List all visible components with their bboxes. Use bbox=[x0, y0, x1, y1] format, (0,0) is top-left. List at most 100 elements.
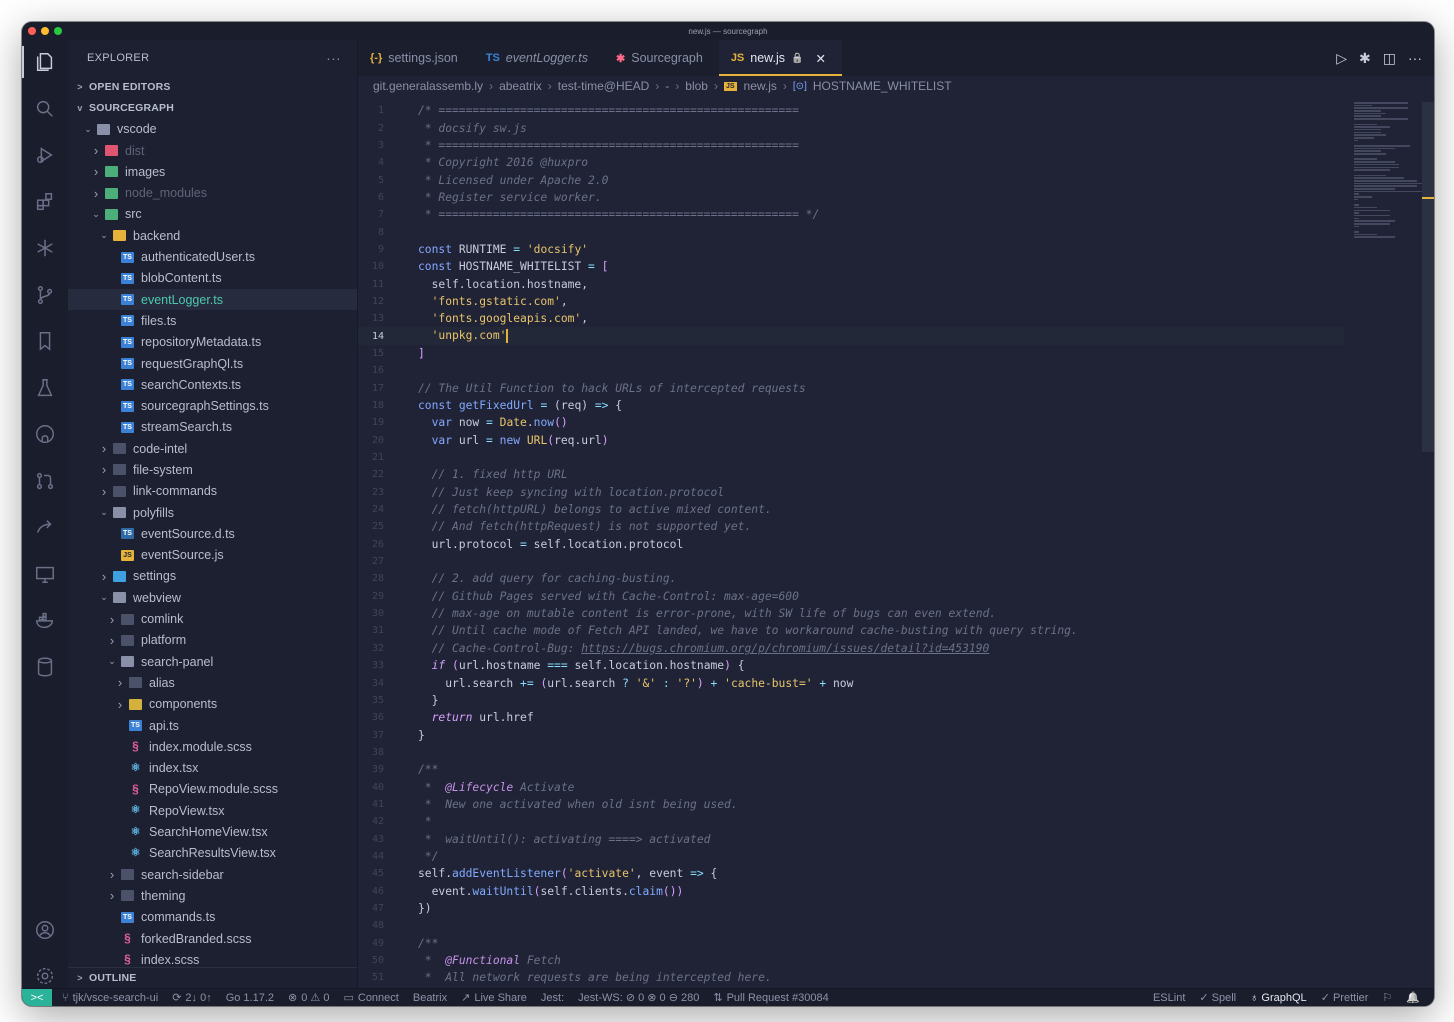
file-item[interactable]: TS repositoryMetadata.ts bbox=[68, 332, 357, 353]
remote-explorer-icon[interactable] bbox=[33, 562, 57, 586]
split-editor-icon[interactable]: ◫ bbox=[1383, 50, 1396, 67]
status-item[interactable]: Go 1.17.2 bbox=[226, 992, 274, 1004]
folder-item[interactable]: › dist bbox=[68, 140, 357, 161]
sourcegraph-icon[interactable] bbox=[33, 236, 57, 260]
bookmarks-icon[interactable] bbox=[33, 329, 57, 353]
code-line: 34 url.search += (url.search ? '&' : '?'… bbox=[358, 674, 1344, 691]
folder-item[interactable]: › components bbox=[68, 694, 357, 715]
open-editors-section[interactable]: > OPEN EDITORS bbox=[68, 76, 357, 97]
live-share-icon[interactable] bbox=[33, 515, 57, 539]
status-item[interactable]: ♁ GraphQL bbox=[1250, 992, 1307, 1004]
file-item[interactable]: TS blobContent.ts bbox=[68, 268, 357, 289]
file-item[interactable]: TS searchContexts.ts bbox=[68, 374, 357, 395]
status-item[interactable]: Beatrix bbox=[413, 992, 447, 1004]
file-item[interactable]: TS authenticatedUser.ts bbox=[68, 246, 357, 267]
status-item[interactable]: Jest-WS: ⊘ 0 ⊗ 0 ⊖ 280 bbox=[578, 991, 699, 1004]
status-item[interactable]: ✓ Spell bbox=[1199, 991, 1236, 1004]
pull-request-icon[interactable] bbox=[33, 469, 57, 493]
docker-icon[interactable] bbox=[33, 608, 57, 632]
sourcegraph-root-section[interactable]: v SOURCEGRAPH bbox=[68, 97, 357, 118]
folder-item[interactable]: › settings bbox=[68, 566, 357, 587]
close-window-button[interactable] bbox=[28, 27, 36, 35]
status-item[interactable]: ▭ Connect bbox=[343, 991, 398, 1005]
extensions-icon[interactable] bbox=[33, 190, 57, 214]
breadcrumb-item[interactable]: blob bbox=[685, 79, 708, 93]
search-icon[interactable] bbox=[33, 97, 57, 121]
file-item[interactable]: JS eventSource.js bbox=[68, 545, 357, 566]
folder-item[interactable]: ⌄ src bbox=[68, 204, 357, 225]
folder-item[interactable]: ⌄ vscode bbox=[68, 119, 357, 140]
status-item[interactable]: ⊗ 0 ⚠ 0 bbox=[288, 991, 329, 1004]
status-item[interactable]: ⚐ bbox=[1382, 991, 1392, 1004]
status-item[interactable]: ✓ Prettier bbox=[1321, 991, 1369, 1004]
sourcegraph-action-icon[interactable]: ✱ bbox=[1359, 50, 1371, 67]
breadcrumb-item[interactable]: new.js bbox=[744, 79, 777, 93]
run-icon[interactable]: ▷ bbox=[1336, 50, 1347, 67]
settings-gear-icon[interactable] bbox=[33, 964, 57, 988]
folder-item[interactable]: › link-commands bbox=[68, 481, 357, 502]
file-item[interactable]: ⚛ SearchResultsView.tsx bbox=[68, 843, 357, 864]
tab-new-js[interactable]: JS new.js 🔒 ✕ bbox=[718, 40, 843, 76]
breadcrumb-item[interactable]: - bbox=[665, 79, 669, 93]
folder-item[interactable]: ⌄ backend bbox=[68, 225, 357, 246]
status-item[interactable]: ⟳ 2↓ 0↑ bbox=[172, 991, 212, 1005]
outline-section[interactable]: > OUTLINE bbox=[68, 966, 357, 988]
tab-sourcegraph[interactable]: ✱ Sourcegraph bbox=[604, 40, 719, 76]
files-icon[interactable] bbox=[22, 46, 57, 78]
more-actions-icon[interactable]: ··· bbox=[1408, 50, 1422, 66]
folder-item[interactable]: › file-system bbox=[68, 459, 357, 480]
minimap[interactable] bbox=[1354, 102, 1424, 238]
database-icon[interactable] bbox=[33, 655, 57, 679]
source-control-icon[interactable] bbox=[33, 283, 57, 307]
file-item[interactable]: TS files.ts bbox=[68, 310, 357, 331]
folder-item[interactable]: ⌄ search-panel bbox=[68, 651, 357, 672]
file-item[interactable]: TS eventLogger.ts bbox=[68, 288, 357, 311]
breadcrumb-item[interactable]: test-time@HEAD bbox=[558, 79, 650, 93]
run-debug-icon[interactable] bbox=[33, 143, 57, 167]
line-number: 17 bbox=[371, 382, 384, 394]
status-item[interactable]: ESLint bbox=[1153, 992, 1185, 1004]
file-item[interactable]: TS commands.ts bbox=[68, 907, 357, 928]
editor-scrollbar[interactable] bbox=[1422, 102, 1434, 452]
file-item[interactable]: § index.module.scss bbox=[68, 736, 357, 757]
breadcrumb-item[interactable]: abeatrix bbox=[499, 79, 542, 93]
folder-item[interactable]: › search-sidebar bbox=[68, 864, 357, 885]
github-icon[interactable] bbox=[33, 422, 57, 446]
maximize-window-button[interactable] bbox=[54, 27, 62, 35]
folder-item[interactable]: › theming bbox=[68, 885, 357, 906]
status-item[interactable]: Jest: bbox=[541, 992, 564, 1004]
status-item[interactable]: ⇅ Pull Request #30084 bbox=[713, 991, 828, 1005]
minimize-window-button[interactable] bbox=[41, 27, 49, 35]
status-item[interactable]: ⑂ tjk/vsce-search-ui bbox=[62, 992, 158, 1004]
explorer-more-button[interactable]: ··· bbox=[326, 50, 341, 66]
file-item[interactable]: § RepoView.module.scss bbox=[68, 779, 357, 800]
remote-indicator-button[interactable]: >< bbox=[22, 988, 52, 1006]
folder-item[interactable]: › comlink bbox=[68, 608, 357, 629]
file-item[interactable]: ⚛ index.tsx bbox=[68, 758, 357, 779]
folder-item[interactable]: ⌄ webview bbox=[68, 587, 357, 608]
testing-icon[interactable] bbox=[33, 376, 57, 400]
breadcrumb-item[interactable]: HOSTNAME_WHITELIST bbox=[813, 79, 952, 93]
file-item[interactable]: ⚛ SearchHomeView.tsx bbox=[68, 821, 357, 842]
folder-item[interactable]: › images bbox=[68, 161, 357, 182]
file-item[interactable]: TS sourcegraphSettings.ts bbox=[68, 395, 357, 416]
file-item[interactable]: TS api.ts bbox=[68, 715, 357, 736]
status-item[interactable]: 🔔 bbox=[1406, 991, 1420, 1004]
folder-item[interactable]: › code-intel bbox=[68, 438, 357, 459]
file-item[interactable]: § forkedBranded.scss bbox=[68, 928, 357, 949]
folder-item[interactable]: ⌄ polyfills bbox=[68, 502, 357, 523]
breadcrumb-item[interactable]: git.generalassemb.ly bbox=[373, 79, 483, 93]
folder-item[interactable]: › platform bbox=[68, 630, 357, 651]
close-tab-icon[interactable]: ✕ bbox=[815, 51, 825, 66]
account-icon[interactable] bbox=[33, 918, 57, 942]
folder-item[interactable]: › alias bbox=[68, 672, 357, 693]
file-item[interactable]: TS streamSearch.ts bbox=[68, 417, 357, 438]
code-editor[interactable]: 1 /* ====================================… bbox=[358, 102, 1344, 988]
file-item[interactable]: TS eventSource.d.ts bbox=[68, 523, 357, 544]
folder-item[interactable]: › node_modules bbox=[68, 182, 357, 203]
tab-eventlogger-ts[interactable]: TS eventLogger.ts bbox=[474, 40, 604, 76]
file-item[interactable]: TS requestGraphQl.ts bbox=[68, 353, 357, 374]
status-item[interactable]: ↗ Live Share bbox=[461, 991, 527, 1005]
tab-settings-json[interactable]: {-} settings.json bbox=[358, 40, 474, 76]
file-item[interactable]: ⚛ RepoView.tsx bbox=[68, 800, 357, 821]
